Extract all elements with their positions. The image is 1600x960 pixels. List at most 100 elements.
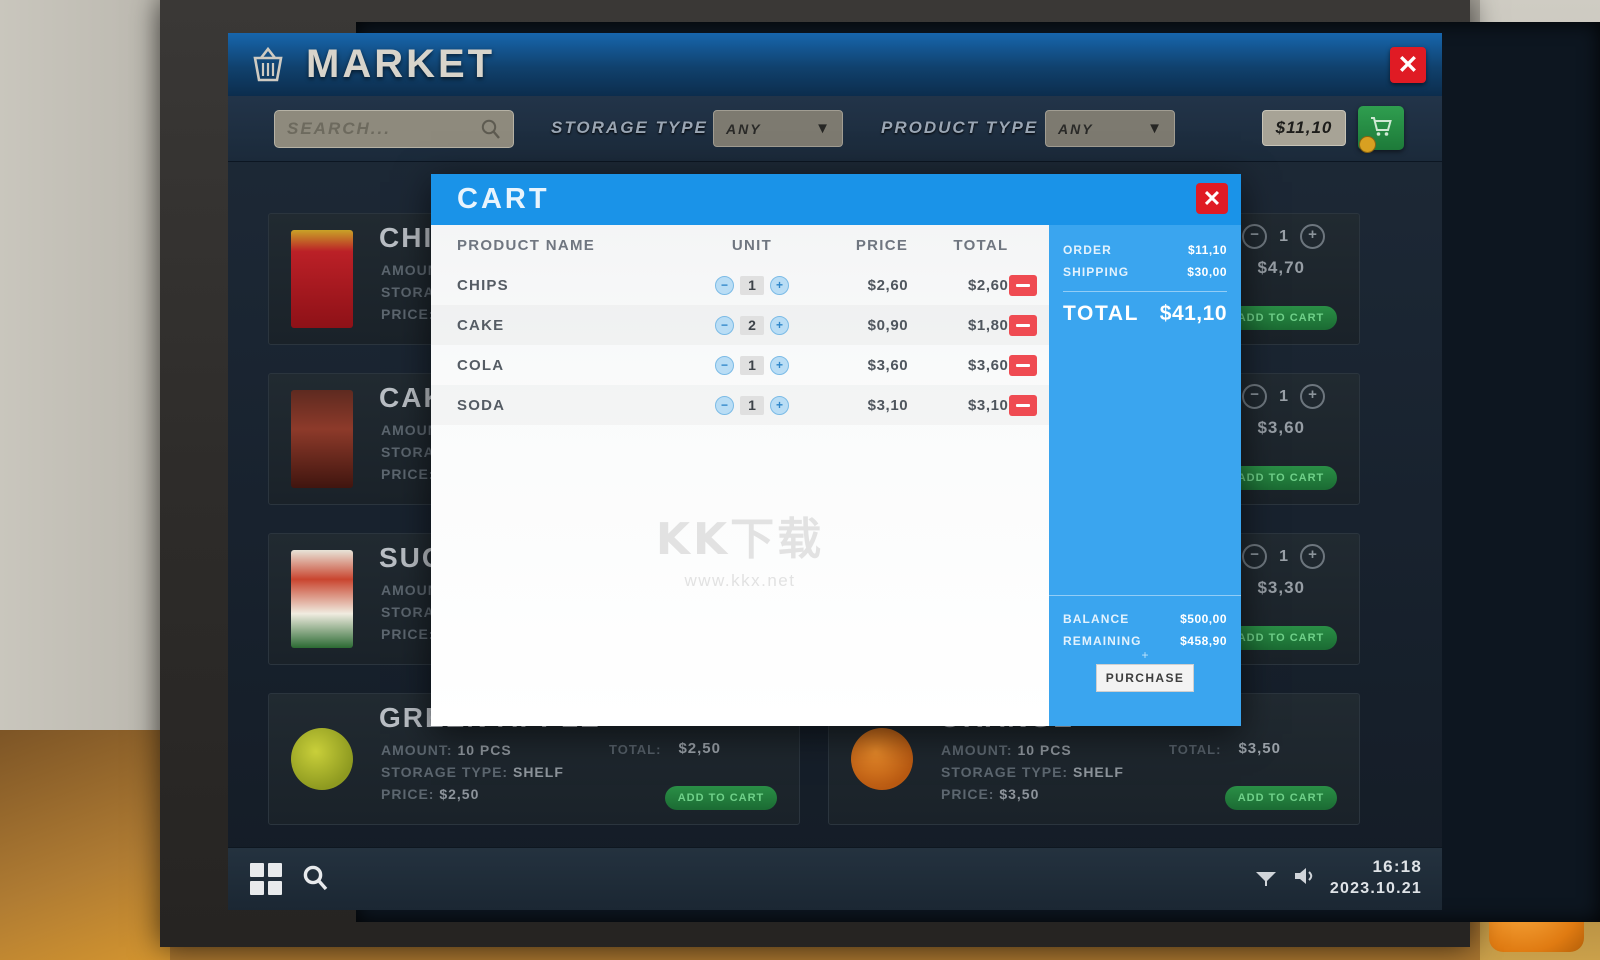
cart-dialog-titlebar: CART ✕ bbox=[431, 174, 1241, 225]
price-label: PRICE: bbox=[381, 626, 435, 642]
increase-quantity-button[interactable]: + bbox=[770, 315, 790, 335]
purchase-button[interactable]: PURCHASE bbox=[1096, 664, 1194, 692]
remove-item-button[interactable] bbox=[1008, 314, 1037, 336]
cart-item-name: COLA bbox=[457, 356, 505, 374]
add-to-cart-button[interactable]: ADD TO CART bbox=[1225, 466, 1337, 490]
volume-icon[interactable] bbox=[1292, 865, 1316, 892]
cart-item-price: $0,90 bbox=[867, 316, 909, 334]
storage-label: STORAGE TYPE: bbox=[941, 764, 1069, 780]
add-to-cart-button[interactable]: ADD TO CART bbox=[1225, 626, 1337, 650]
screenshot-root: MARKET ✕ SEARCH... STORAGE TYPE ANY ▼ PR… bbox=[0, 0, 1600, 960]
increase-quantity-button[interactable]: + bbox=[1300, 384, 1325, 409]
taskbar-search-button[interactable] bbox=[300, 862, 330, 899]
cart-dialog-body: PRODUCT NAME UNIT PRICE TOTAL CHIPS − 1 bbox=[431, 225, 1241, 726]
plus-mark: + bbox=[1141, 648, 1149, 662]
cart-item-total: $2,60 bbox=[967, 276, 1009, 294]
product-total-label: TOTAL: bbox=[609, 742, 662, 757]
remaining-value: $458,90 bbox=[1180, 634, 1227, 648]
page-title: MARKET bbox=[306, 42, 496, 86]
increase-quantity-button[interactable]: + bbox=[770, 275, 790, 295]
decrease-quantity-button[interactable]: − bbox=[715, 315, 735, 335]
remaining-label: REMAINING bbox=[1063, 634, 1142, 648]
search-icon bbox=[300, 865, 330, 898]
cart-title: CART bbox=[457, 183, 550, 215]
add-to-cart-button[interactable]: ADD TO CART bbox=[1225, 786, 1337, 810]
decrease-quantity-button[interactable]: − bbox=[715, 355, 735, 375]
chevron-down-icon: ▼ bbox=[1147, 120, 1162, 137]
order-line: ORDER $11,10 bbox=[1063, 239, 1227, 261]
order-value: $11,10 bbox=[1187, 243, 1227, 257]
table-row: CHIPS − 1 + $2,60 $2,60 bbox=[431, 265, 1049, 305]
network-icon[interactable] bbox=[1254, 865, 1278, 892]
windows-start-icon[interactable] bbox=[250, 863, 282, 895]
taskbar-clock[interactable]: 16:18 2023.10.21 bbox=[1330, 856, 1422, 900]
shipping-line: SHIPPING $30,00 bbox=[1063, 261, 1227, 283]
clock-date: 2023.10.21 bbox=[1329, 880, 1422, 897]
product-total-value: $2,50 bbox=[678, 740, 721, 757]
add-to-cart-button[interactable]: ADD TO CART bbox=[1225, 306, 1337, 330]
amount-label: AMOUNT: bbox=[381, 742, 453, 758]
remove-item-button[interactable] bbox=[1008, 394, 1037, 416]
increase-quantity-button[interactable]: + bbox=[1300, 544, 1325, 569]
storage-type-dropdown[interactable]: ANY ▼ bbox=[713, 110, 843, 147]
search-placeholder: SEARCH... bbox=[287, 119, 391, 138]
storage-value: SHELF bbox=[512, 764, 564, 780]
increase-quantity-button[interactable]: + bbox=[770, 395, 790, 415]
column-header-total: TOTAL bbox=[953, 236, 1009, 254]
quantity-stepper[interactable]: − 1 + bbox=[1242, 384, 1325, 409]
increase-quantity-button[interactable]: + bbox=[770, 355, 790, 375]
decrease-quantity-button[interactable]: − bbox=[1242, 384, 1268, 409]
cart-item-remove-cell bbox=[1008, 354, 1050, 376]
quantity-stepper[interactable]: − 1 + bbox=[1242, 224, 1325, 249]
increase-quantity-button[interactable]: + bbox=[1300, 224, 1325, 249]
filter-toolbar: SEARCH... STORAGE TYPE ANY ▼ PRODUCT TYP… bbox=[228, 96, 1442, 162]
start-tile bbox=[250, 863, 264, 877]
product-price: PRICE: $3,50 bbox=[941, 786, 1039, 802]
cart-item-remove-cell bbox=[1008, 314, 1050, 336]
watermark-text: KK下载 bbox=[655, 514, 825, 565]
decrease-quantity-button[interactable]: − bbox=[715, 395, 735, 415]
product-amount: AMOUNT: 10 PCS bbox=[381, 742, 512, 758]
product-type-value: ANY bbox=[1058, 120, 1094, 137]
start-tile bbox=[250, 881, 264, 895]
quantity-value: 1 bbox=[740, 395, 765, 415]
product-total-label: TOTAL: bbox=[1169, 742, 1222, 757]
price-label: PRICE: bbox=[381, 306, 435, 322]
quantity-value: 1 bbox=[1279, 387, 1288, 405]
search-input[interactable]: SEARCH... bbox=[274, 110, 514, 148]
watermark: KK下载 www.kkx.net bbox=[610, 503, 870, 591]
product-type-dropdown[interactable]: ANY ▼ bbox=[1045, 110, 1175, 147]
decrease-quantity-button[interactable]: − bbox=[715, 275, 735, 295]
close-market-button[interactable]: ✕ bbox=[1390, 47, 1426, 83]
table-row: SODA − 1 + $3,10 $3,10 bbox=[431, 385, 1049, 425]
taskbar: 16:18 2023.10.21 bbox=[228, 847, 1442, 910]
cart-dialog: CART ✕ PRODUCT NAME UNIT PRICE TOTAL CHI… bbox=[431, 174, 1241, 726]
decrease-quantity-button[interactable]: − bbox=[1242, 544, 1268, 569]
decrease-quantity-button[interactable]: − bbox=[1242, 224, 1268, 249]
storage-type-value: ANY bbox=[726, 120, 762, 137]
add-to-cart-button[interactable]: ADD TO CART bbox=[665, 786, 777, 810]
cart-item-price: $3,10 bbox=[867, 396, 909, 414]
product-line-total: $3,30 bbox=[1257, 578, 1305, 597]
cart-item-name: SODA bbox=[457, 396, 506, 414]
total-label: TOTAL bbox=[1063, 302, 1140, 325]
product-thumbnail bbox=[291, 728, 353, 790]
remove-item-button[interactable] bbox=[1008, 354, 1037, 376]
cart-summary-top: ORDER $11,10 SHIPPING $30,00 bbox=[1049, 225, 1241, 292]
quantity-stepper[interactable]: − 1 + bbox=[1242, 544, 1325, 569]
quantity-value: 1 bbox=[1279, 227, 1288, 245]
shipping-label: SHIPPING bbox=[1063, 265, 1130, 279]
amount-value: 10 PCS bbox=[457, 742, 512, 758]
remove-item-button[interactable] bbox=[1008, 274, 1037, 296]
remove-icon bbox=[1015, 363, 1030, 367]
total-line: TOTAL $41,10 bbox=[1049, 292, 1241, 326]
cart-item-unit: − 1 + bbox=[700, 395, 804, 415]
remove-icon bbox=[1015, 403, 1030, 407]
cart-item-price: $3,60 bbox=[867, 356, 909, 374]
product-thumbnail bbox=[291, 390, 353, 488]
product-type-label: PRODUCT TYPE bbox=[881, 118, 1039, 137]
balance-label: BALANCE bbox=[1063, 612, 1130, 626]
close-cart-button[interactable]: ✕ bbox=[1196, 183, 1228, 214]
remove-icon bbox=[1015, 323, 1030, 327]
storage-label: STORAGE TYPE: bbox=[381, 764, 509, 780]
